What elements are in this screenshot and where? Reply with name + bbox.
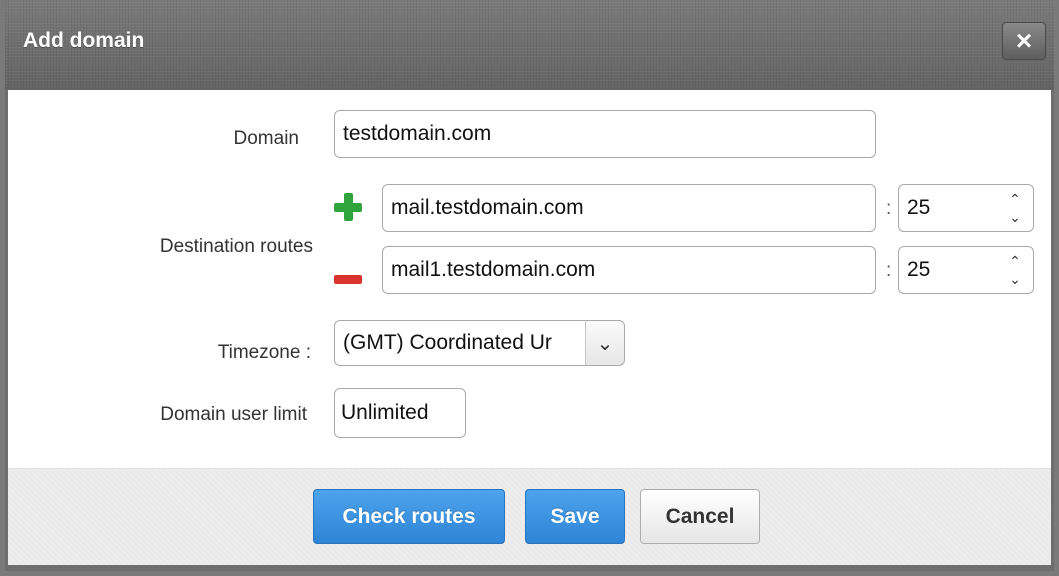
dialog-title: Add domain xyxy=(23,29,145,52)
check-routes-button[interactable]: Check routes xyxy=(313,489,505,544)
timezone-select[interactable]: (GMT) Coordinated Ur xyxy=(334,320,586,366)
chevron-down-icon[interactable]: ⌄ xyxy=(1009,270,1021,288)
save-button[interactable]: Save xyxy=(525,489,625,544)
route-host-input-2[interactable]: mail1.testdomain.com xyxy=(382,246,876,294)
timezone-label: Timezone : xyxy=(217,342,311,363)
remove-route-icon[interactable] xyxy=(334,275,362,284)
route-port-value-2: 25 xyxy=(907,258,931,281)
user-limit-label: Domain user limit xyxy=(160,404,307,425)
route-port-value-1: 25 xyxy=(907,196,931,219)
destination-routes-label: Destination routes xyxy=(159,236,313,257)
close-button[interactable]: × xyxy=(1002,22,1046,60)
domain-label: Domain xyxy=(233,128,299,149)
user-limit-input[interactable]: Unlimited xyxy=(334,388,466,438)
close-icon: × xyxy=(1015,25,1033,56)
cancel-button[interactable]: Cancel xyxy=(640,489,760,544)
port-separator: : xyxy=(886,260,892,281)
port-separator: : xyxy=(886,198,892,219)
chevron-up-icon[interactable]: ⌃ xyxy=(1009,190,1021,208)
dialog-titlebar: Add domain × xyxy=(5,0,1054,90)
add-domain-dialog: Add domain × Domain testdomain.com Desti… xyxy=(0,0,1059,576)
dialog-footer: Check routes Save Cancel xyxy=(8,468,1051,565)
chevron-up-icon[interactable]: ⌃ xyxy=(1009,252,1021,270)
port-stepper-2[interactable]: ⌃ ⌄ xyxy=(1004,247,1026,293)
chevron-down-icon: ⌄ xyxy=(596,332,614,355)
route-host-input-1[interactable]: mail.testdomain.com xyxy=(382,184,876,232)
domain-input[interactable]: testdomain.com xyxy=(334,110,876,158)
timezone-dropdown-button[interactable]: ⌄ xyxy=(585,320,625,366)
port-stepper-1[interactable]: ⌃ ⌄ xyxy=(1004,185,1026,231)
chevron-down-icon[interactable]: ⌄ xyxy=(1009,208,1021,226)
dialog-body: Domain testdomain.com Destination routes… xyxy=(8,90,1051,468)
add-route-icon[interactable] xyxy=(334,193,362,221)
